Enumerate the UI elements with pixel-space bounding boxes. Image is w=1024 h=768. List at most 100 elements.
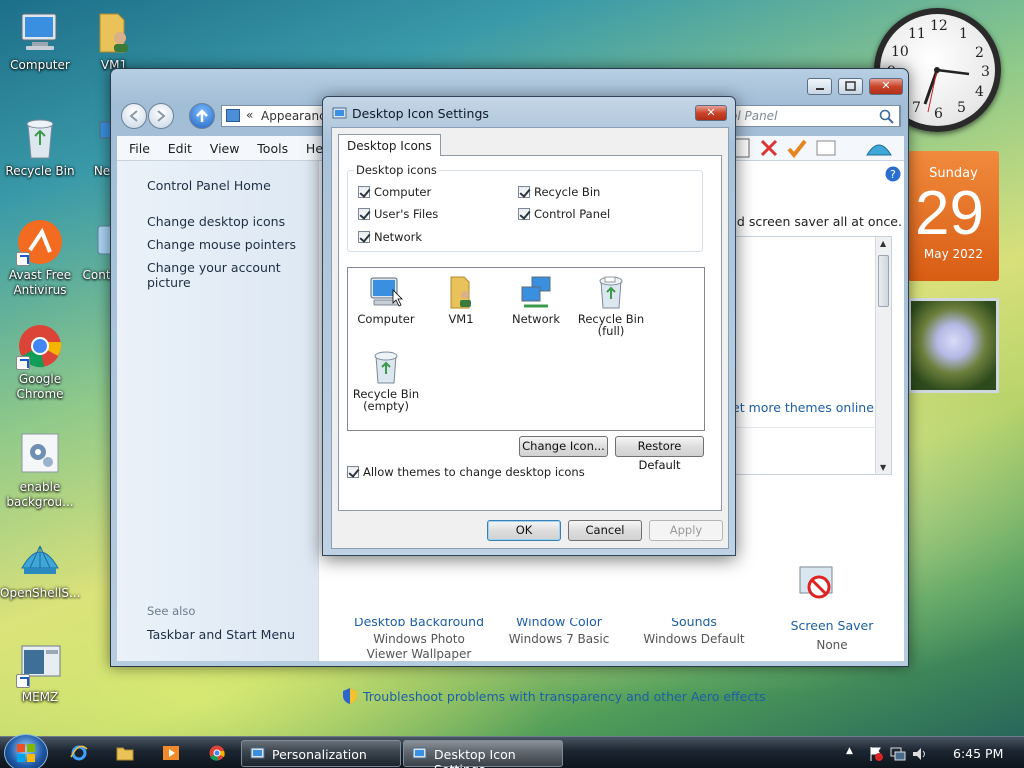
see-also-label: See also: [147, 604, 196, 618]
icon-item-recycle-bin-empty[interactable]: Recycle Bin (empty): [349, 349, 423, 412]
shortcut-arrow-icon: [16, 674, 30, 688]
tab-desktop-icons[interactable]: Desktop Icons: [338, 134, 441, 156]
checkbox-checked[interactable]: [358, 231, 370, 243]
control-panel-icon: [250, 747, 265, 759]
checkbox-control-panel[interactable]: Control Panel: [518, 207, 610, 221]
cancel-button[interactable]: Cancel: [568, 520, 642, 541]
minimize-button[interactable]: [807, 78, 832, 95]
desktop-icon-recycle-bin[interactable]: Recycle Bin: [0, 114, 80, 179]
taskbar-desktop-icon-settings[interactable]: Desktop Icon Settings: [403, 740, 563, 768]
desktop-icon-avast[interactable]: Avast Free Antivirus: [0, 218, 80, 298]
dialog-body: Desktop Icons Desktop icons Computer Rec…: [331, 127, 729, 549]
user-folder-icon: [443, 274, 479, 310]
network-tray-icon[interactable]: [890, 746, 906, 762]
user-folder-icon: [90, 8, 138, 56]
scrollbar[interactable]: ▲ ▼: [875, 237, 891, 474]
menu-tools[interactable]: Tools: [250, 136, 295, 156]
menu-file[interactable]: File: [117, 136, 157, 156]
sounds-value: Windows Default: [643, 632, 745, 646]
desktop-icon-enable-background[interactable]: enable backgrou...: [0, 430, 80, 510]
desktop-background-title: Desktop Background: [353, 618, 485, 626]
delete-icon[interactable]: [760, 139, 778, 157]
scrollbar-thumb[interactable]: [878, 255, 889, 307]
slideshow-gadget[interactable]: [908, 298, 999, 393]
checkbox-checked[interactable]: [518, 186, 530, 198]
media-player-icon[interactable]: [162, 745, 180, 761]
search-box[interactable]: ol Panel: [723, 105, 900, 127]
icon-item-network[interactable]: Network: [499, 274, 573, 325]
shell-icon[interactable]: [866, 144, 892, 156]
taskbar: Personalization Desktop Icon Settings ▲ …: [0, 734, 1024, 768]
menu-edit[interactable]: Edit: [161, 136, 199, 156]
window-color-item[interactable]: Window Color Windows 7 Basic: [494, 618, 624, 646]
restore-default-button[interactable]: Restore Default: [615, 436, 704, 472]
icon-item-computer[interactable]: Computer: [349, 274, 423, 325]
sounds-item[interactable]: Sounds Windows Default: [629, 618, 759, 646]
recycle-bin-empty-icon: [368, 349, 404, 385]
checkbox-checked[interactable]: [347, 466, 359, 478]
internet-explorer-icon[interactable]: [70, 745, 88, 761]
clock-time[interactable]: 6:45 PM: [953, 746, 1003, 761]
icon-item-recycle-bin-full[interactable]: Recycle Bin (full): [574, 274, 648, 337]
window-color-value: Windows 7 Basic: [508, 632, 610, 646]
desktop-icon-openshell[interactable]: OpenShellS...: [0, 536, 80, 601]
checkbox-checked[interactable]: [358, 208, 370, 220]
dialog-close-button[interactable]: ✕: [695, 105, 727, 121]
maximize-button[interactable]: [838, 78, 863, 95]
link-taskbar-start-menu[interactable]: Taskbar and Start Menu: [147, 627, 295, 642]
desktop-background-item[interactable]: Desktop Background Windows Photo Viewer …: [339, 618, 499, 662]
ok-button[interactable]: OK: [487, 520, 561, 541]
forward-button[interactable]: [148, 103, 174, 129]
desktop-icon-memz[interactable]: MEMZ: [0, 640, 80, 705]
action-center-flag-icon[interactable]: [868, 746, 884, 762]
screen-saver-icon[interactable]: [797, 563, 837, 607]
get-more-themes-link[interactable]: et more themes online: [732, 400, 874, 415]
chrome-icon[interactable]: [208, 745, 226, 761]
troubleshoot-link[interactable]: Troubleshoot problems with transparency …: [363, 689, 766, 704]
apply-button[interactable]: Apply: [649, 520, 723, 541]
help-icon[interactable]: ?: [885, 166, 901, 182]
show-hidden-icons-arrow-icon[interactable]: ▲: [846, 746, 853, 756]
up-button[interactable]: [189, 103, 215, 129]
close-button[interactable]: ✕: [869, 78, 903, 95]
link-change-account-picture[interactable]: Change your account picture: [147, 260, 318, 290]
group-title: Desktop icons: [354, 163, 439, 177]
scroll-up-arrow-icon[interactable]: ▲: [880, 239, 886, 248]
checkbox-checked[interactable]: [358, 186, 370, 198]
screen-saver-item[interactable]: Screen Saver None: [767, 618, 897, 652]
shortcut-arrow-icon: [16, 356, 30, 370]
calendar-gadget[interactable]: Sunday 29 May 2022: [908, 151, 999, 281]
volume-icon[interactable]: [912, 746, 928, 762]
window-icon[interactable]: [816, 140, 836, 156]
checkbox-computer[interactable]: Computer: [358, 185, 431, 199]
scroll-down-arrow-icon[interactable]: ▼: [880, 463, 886, 472]
content-description: nd screen saver all at once.: [729, 214, 902, 229]
checkbox-users-files[interactable]: User's Files: [358, 207, 438, 221]
link-control-panel-home[interactable]: Control Panel Home: [147, 178, 271, 193]
shell-icon: [16, 536, 64, 584]
desktop-icon-computer[interactable]: Computer: [0, 8, 80, 73]
link-change-mouse-pointers[interactable]: Change mouse pointers: [147, 237, 296, 252]
back-button[interactable]: [121, 103, 147, 129]
checkmark-icon[interactable]: [787, 139, 807, 159]
link-change-desktop-icons[interactable]: Change desktop icons: [147, 214, 285, 229]
desktop-icon-chrome[interactable]: Google Chrome: [0, 322, 80, 402]
checkbox-allow-themes[interactable]: Allow themes to change desktop icons: [347, 465, 585, 479]
tab-panel: Desktop icons Computer Recycle Bin User'…: [338, 155, 722, 511]
menu-view[interactable]: View: [203, 136, 247, 156]
start-button[interactable]: [4, 734, 48, 768]
checkbox-checked[interactable]: [518, 208, 530, 220]
file-explorer-icon[interactable]: [116, 745, 134, 761]
close-icon: ✕: [706, 106, 716, 119]
change-icon-button[interactable]: Change Icon...: [519, 436, 608, 457]
icon-item-vm1[interactable]: VM1: [424, 274, 498, 325]
checkbox-network[interactable]: Network: [358, 230, 422, 244]
clipboard-icon[interactable]: [734, 138, 750, 158]
checkbox-recycle-bin[interactable]: Recycle Bin: [518, 185, 600, 199]
avast-icon: [16, 218, 64, 266]
desktop-icon-vm1[interactable]: VM1: [74, 8, 154, 73]
taskbar-personalization[interactable]: Personalization: [241, 740, 401, 767]
calendar-month-year: May 2022: [923, 247, 984, 261]
left-pane: Control Panel Home Change desktop icons …: [117, 161, 319, 661]
forward-arrow-icon: [157, 110, 166, 122]
